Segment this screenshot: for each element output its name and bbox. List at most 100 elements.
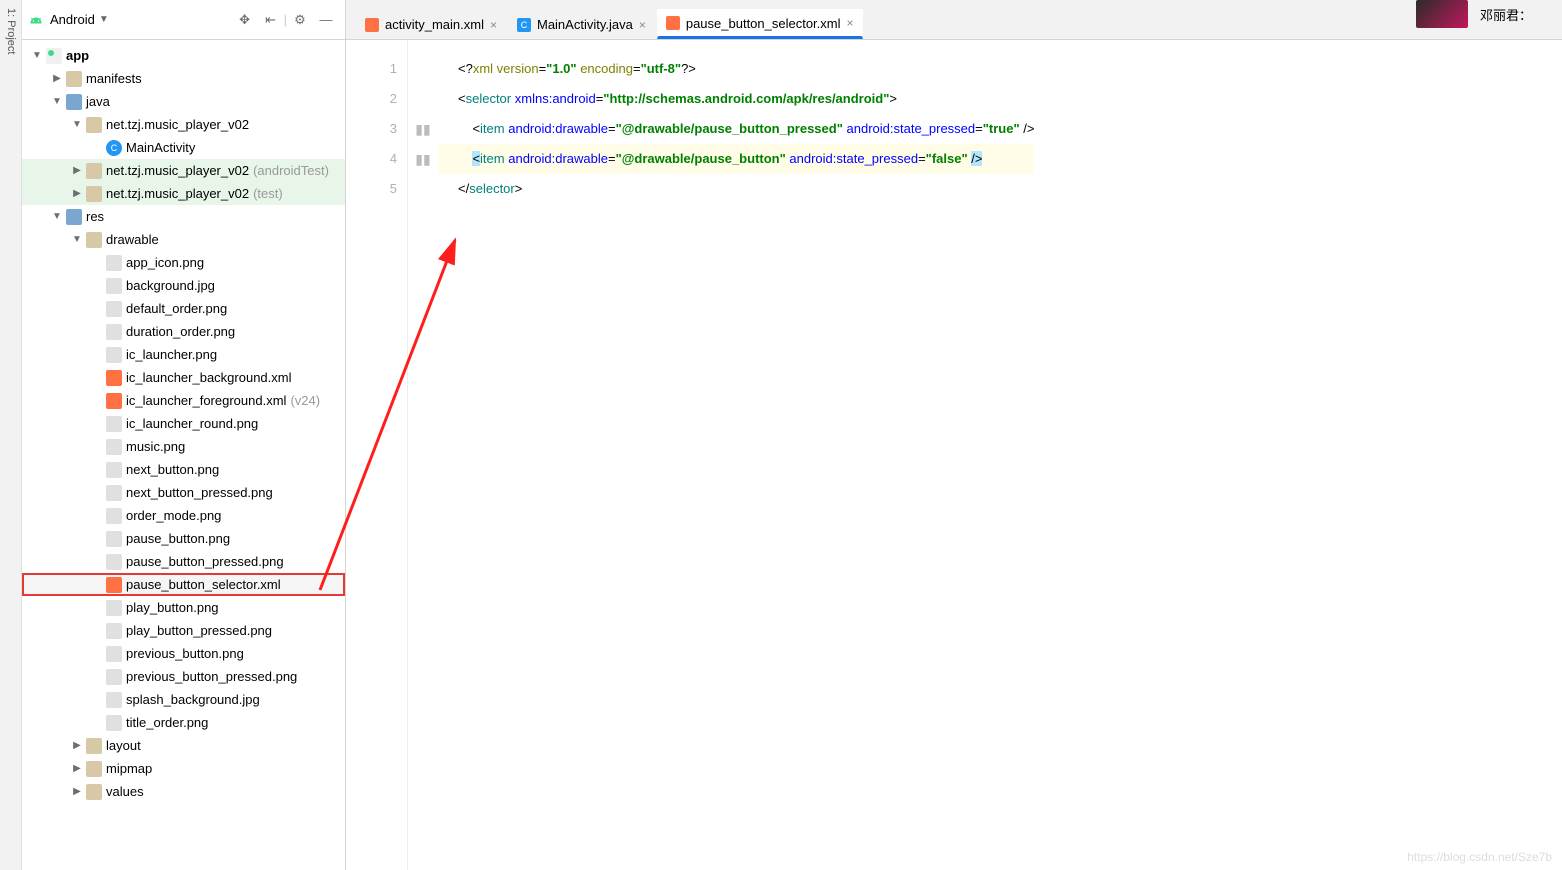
- file-label: pause_button.png: [126, 531, 230, 546]
- tab-mainactivity[interactable]: CMainActivity.java×: [508, 9, 655, 39]
- folder-icon: [66, 71, 82, 87]
- external-music-player: 邓丽君：: [1416, 0, 1532, 28]
- folder-icon: [86, 784, 102, 800]
- tree-file[interactable]: pause_button_pressed.png: [22, 550, 345, 573]
- qualifier-suffix: (v24): [290, 393, 320, 408]
- tree-node-java[interactable]: ▼java: [22, 90, 345, 113]
- xml-file-icon: [666, 16, 680, 30]
- hide-panel-icon[interactable]: —: [315, 9, 337, 31]
- package-icon: [86, 163, 102, 179]
- tree-node-mainactivity[interactable]: CMainActivity: [22, 136, 345, 159]
- file-label: play_button.png: [126, 600, 219, 615]
- image-file-icon: [106, 692, 122, 708]
- file-label: previous_button_pressed.png: [126, 669, 297, 684]
- image-file-icon: [106, 462, 122, 478]
- line-number-gutter: 12345: [346, 40, 408, 870]
- tree-file[interactable]: play_button_pressed.png: [22, 619, 345, 642]
- tree-file[interactable]: title_order.png: [22, 711, 345, 734]
- image-file-icon: [106, 255, 122, 271]
- image-file-icon: [106, 600, 122, 616]
- image-file-icon: [106, 715, 122, 731]
- image-file-icon: [106, 554, 122, 570]
- file-label: next_button_pressed.png: [126, 485, 273, 500]
- java-class-icon: C: [106, 140, 122, 156]
- tree-file[interactable]: previous_button.png: [22, 642, 345, 665]
- image-file-icon: [106, 646, 122, 662]
- collapse-all-icon[interactable]: ⇤: [260, 9, 282, 31]
- tree-file[interactable]: splash_background.jpg: [22, 688, 345, 711]
- tool-tab-project[interactable]: 1: Project: [1, 0, 21, 870]
- tree-file[interactable]: pause_button.png: [22, 527, 345, 550]
- project-view-dropdown[interactable]: Android ▼: [50, 12, 109, 27]
- tree-file[interactable]: music.png: [22, 435, 345, 458]
- code-editor[interactable]: 12345 ▮▮▮▮ <?xml version="1.0" encoding=…: [346, 40, 1562, 870]
- image-file-icon: [106, 416, 122, 432]
- tree-node-app[interactable]: ▼app: [22, 44, 345, 67]
- image-file-icon: [106, 301, 122, 317]
- tree-file[interactable]: duration_order.png: [22, 320, 345, 343]
- code-area[interactable]: <?xml version="1.0" encoding="utf-8"?> <…: [438, 40, 1034, 870]
- image-file-icon: [106, 439, 122, 455]
- project-pane: Android ▼ ✥ ⇤ | ⚙ — ▼app ▶manifests ▼jav…: [0, 0, 346, 870]
- image-file-icon: [106, 485, 122, 501]
- gear-icon[interactable]: ⚙: [289, 9, 311, 31]
- tree-node-res[interactable]: ▼res: [22, 205, 345, 228]
- tree-node-layout[interactable]: ▶layout: [22, 734, 345, 757]
- xml-file-icon: [365, 18, 379, 32]
- file-label: default_order.png: [126, 301, 227, 316]
- tree-file[interactable]: ic_launcher_background.xml: [22, 366, 345, 389]
- tool-window-strip: 1: Project: [0, 0, 22, 870]
- tree-file[interactable]: play_button.png: [22, 596, 345, 619]
- file-label: app_icon.png: [126, 255, 204, 270]
- tree-file[interactable]: next_button.png: [22, 458, 345, 481]
- image-file-icon: [106, 508, 122, 524]
- folder-icon: [66, 94, 82, 110]
- file-label: ic_launcher_background.xml: [126, 370, 291, 385]
- chevron-down-icon: ▼: [99, 14, 109, 25]
- tree-node-manifests[interactable]: ▶manifests: [22, 67, 345, 90]
- tree-file[interactable]: order_mode.png: [22, 504, 345, 527]
- tree-node-package-main[interactable]: ▼net.tzj.music_player_v02: [22, 113, 345, 136]
- tree-file[interactable]: ic_launcher.png: [22, 343, 345, 366]
- select-opened-file-icon[interactable]: ✥: [234, 9, 256, 31]
- file-label: next_button.png: [126, 462, 219, 477]
- image-file-icon: [106, 531, 122, 547]
- folder-icon: [86, 761, 102, 777]
- tree-node-drawable[interactable]: ▼drawable: [22, 228, 345, 251]
- image-file-icon: [106, 278, 122, 294]
- close-icon[interactable]: ×: [490, 18, 497, 32]
- project-tree[interactable]: ▼app ▶manifests ▼java ▼net.tzj.music_pla…: [22, 40, 345, 870]
- avatar-thumbnail: [1416, 0, 1468, 28]
- tree-node-package-test[interactable]: ▶net.tzj.music_player_v02(test): [22, 182, 345, 205]
- tab-activity-main[interactable]: activity_main.xml×: [356, 9, 506, 39]
- file-label: ic_launcher_foreground.xml: [126, 393, 286, 408]
- file-label: title_order.png: [126, 715, 208, 730]
- tree-node-values[interactable]: ▶values: [22, 780, 345, 803]
- java-class-icon: C: [517, 18, 531, 32]
- project-header: Android ▼ ✥ ⇤ | ⚙ —: [22, 0, 345, 40]
- file-label: duration_order.png: [126, 324, 235, 339]
- package-icon: [86, 117, 102, 133]
- tree-file[interactable]: next_button_pressed.png: [22, 481, 345, 504]
- folder-icon: [86, 232, 102, 248]
- folder-icon: [86, 738, 102, 754]
- tab-pause-selector[interactable]: pause_button_selector.xml×: [657, 9, 863, 39]
- tree-node-mipmap[interactable]: ▶mipmap: [22, 757, 345, 780]
- tree-file[interactable]: pause_button_selector.xml: [22, 573, 345, 596]
- tree-file[interactable]: app_icon.png: [22, 251, 345, 274]
- file-label: splash_background.jpg: [126, 692, 260, 707]
- tree-file[interactable]: previous_button_pressed.png: [22, 665, 345, 688]
- file-label: background.jpg: [126, 278, 215, 293]
- tree-node-package-androidtest[interactable]: ▶net.tzj.music_player_v02(androidTest): [22, 159, 345, 182]
- close-icon[interactable]: ×: [847, 16, 854, 30]
- file-label: order_mode.png: [126, 508, 221, 523]
- close-icon[interactable]: ×: [639, 18, 646, 32]
- tree-file[interactable]: background.jpg: [22, 274, 345, 297]
- gutter-icons: ▮▮▮▮: [408, 40, 438, 870]
- tree-file[interactable]: default_order.png: [22, 297, 345, 320]
- file-label: play_button_pressed.png: [126, 623, 272, 638]
- tree-file[interactable]: ic_launcher_round.png: [22, 412, 345, 435]
- folder-icon: [66, 209, 82, 225]
- tree-file[interactable]: ic_launcher_foreground.xml (v24): [22, 389, 345, 412]
- pause-gutter-icon: ▮▮: [408, 114, 438, 144]
